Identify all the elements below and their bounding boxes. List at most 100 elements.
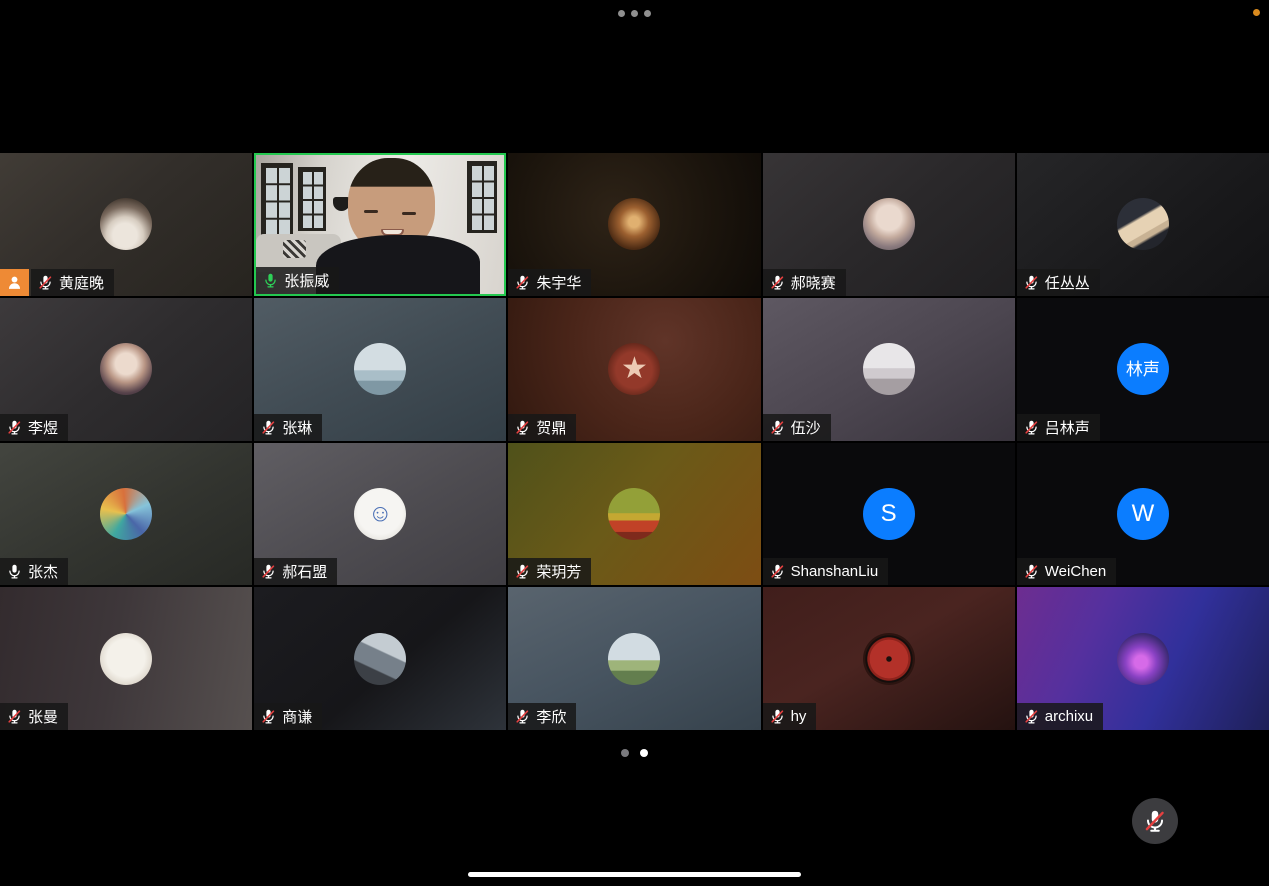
initials-avatar: 林声	[1117, 343, 1169, 395]
mic-muted-icon	[769, 708, 786, 725]
participant-name-tag: 伍沙	[763, 414, 831, 441]
participant-name: 任丛丛	[1045, 272, 1090, 293]
snow-scene-photo-avatar	[863, 343, 915, 395]
mic-muted-icon	[37, 274, 54, 291]
portrait-photo-avatar	[100, 343, 152, 395]
hand-photo-avatar	[1117, 198, 1169, 250]
initials-avatar: W	[1117, 488, 1169, 540]
participant-name: 贺鼎	[536, 417, 566, 438]
participant-name-tag: 朱宇华	[508, 269, 591, 296]
participant-name: 吕林声	[1045, 417, 1090, 438]
landscape-photo-avatar	[608, 633, 660, 685]
mic-muted-icon	[260, 563, 277, 580]
mic-muted-icon	[769, 274, 786, 291]
participant-tile[interactable]: 张杰	[0, 443, 252, 586]
participant-tile[interactable]: 李欣	[508, 587, 760, 730]
participant-name-tag: 郝晓赛	[763, 269, 846, 296]
participant-name-tag: 吕林声	[1017, 414, 1100, 441]
cat-photo-avatar	[100, 198, 152, 250]
colorful-art-avatar	[100, 488, 152, 540]
participant-tile[interactable]: 张曼	[0, 587, 252, 730]
participant-tile[interactable]: 商谦	[254, 587, 506, 730]
participant-name: ShanshanLiu	[791, 563, 879, 580]
page-dot[interactable]	[621, 749, 629, 757]
participant-tile[interactable]: W WeiChen	[1017, 443, 1269, 586]
red-seal-avatar	[863, 633, 915, 685]
participant-tile[interactable]: 伍沙	[763, 298, 1015, 441]
participant-name-tag: 贺鼎	[508, 414, 576, 441]
sketch-avatar	[100, 633, 152, 685]
participant-tile[interactable]: 张琳	[254, 298, 506, 441]
mic-muted-icon	[514, 708, 531, 725]
participant-name: 商谦	[282, 706, 312, 727]
participant-name: 李煜	[28, 417, 58, 438]
participant-tile[interactable]: hy	[763, 587, 1015, 730]
mic-muted-icon	[769, 563, 786, 580]
participant-tile[interactable]: 朱宇华	[508, 153, 760, 296]
participant-tile[interactable]: S ShanshanLiu	[763, 443, 1015, 586]
mic-muted-icon	[6, 419, 23, 436]
participant-name: 荣玥芳	[536, 561, 581, 582]
participant-tile[interactable]: 任丛丛	[1017, 153, 1269, 296]
participant-name: WeiChen	[1045, 563, 1106, 580]
mic-muted-icon	[1023, 419, 1040, 436]
participant-tile[interactable]: 郝晓赛	[763, 153, 1015, 296]
participant-name: 郝石盟	[282, 561, 327, 582]
portrait-photo-avatar	[863, 198, 915, 250]
mic-muted-icon	[514, 563, 531, 580]
participant-name: 张杰	[28, 561, 58, 582]
video-grid: 黄庭晚 张振威 朱宇华 郝晓赛	[0, 153, 1269, 730]
participant-name: 张琳	[282, 417, 312, 438]
participant-name-tag: 商谦	[254, 703, 322, 730]
participant-name: 张振威	[284, 270, 329, 291]
window-menu-dots[interactable]	[0, 10, 1269, 17]
unmute-button[interactable]	[1132, 798, 1178, 844]
participant-name: 伍沙	[791, 417, 821, 438]
page-dot[interactable]	[640, 749, 648, 757]
mic-muted-icon	[6, 708, 23, 725]
participant-name-tag: 李欣	[508, 703, 576, 730]
corridor-photo-avatar	[608, 198, 660, 250]
participant-name: hy	[791, 708, 807, 725]
mic-muted-icon	[1023, 274, 1040, 291]
mic-muted-icon	[1023, 708, 1040, 725]
mic-on-icon	[262, 272, 279, 289]
cliff-photo-avatar	[354, 633, 406, 685]
participant-name-tag: 张曼	[0, 703, 68, 730]
participant-name-tag: 张琳	[254, 414, 322, 441]
red-star-avatar: ★	[608, 343, 660, 395]
participant-name-tag: 张杰	[0, 558, 68, 585]
participant-name-tag: 黄庭晚	[31, 269, 114, 296]
participant-name: 郝晓赛	[791, 272, 836, 293]
initials-avatar: S	[863, 488, 915, 540]
mic-muted-icon	[1142, 808, 1168, 834]
seascape-photo-avatar	[354, 343, 406, 395]
mic-muted-icon	[260, 419, 277, 436]
status-indicator-dot	[1253, 9, 1260, 16]
participant-name: archixu	[1045, 708, 1093, 725]
page-indicator	[0, 749, 1269, 757]
participant-name-tag: 李煜	[0, 414, 68, 441]
participant-tile[interactable]: 黄庭晚	[0, 153, 252, 296]
participant-name-tag: 张振威	[256, 267, 339, 294]
participant-name-tag: hy	[763, 703, 817, 730]
home-indicator[interactable]	[468, 872, 801, 877]
mic-on-icon	[6, 563, 23, 580]
participant-name-tag: 郝石盟	[254, 558, 337, 585]
participant-tile[interactable]: 荣玥芳	[508, 443, 760, 586]
participant-tile[interactable]: ☺ 郝石盟	[254, 443, 506, 586]
participant-tile[interactable]: ★ 贺鼎	[508, 298, 760, 441]
participant-tile[interactable]: 李煜	[0, 298, 252, 441]
participant-tile[interactable]: 张振威	[254, 153, 506, 296]
participant-tile[interactable]: 林声 吕林声	[1017, 298, 1269, 441]
participant-name: 朱宇华	[536, 272, 581, 293]
mic-muted-icon	[1023, 563, 1040, 580]
participant-tile[interactable]: archixu	[1017, 587, 1269, 730]
participant-person-badge-icon	[0, 269, 29, 296]
participant-name-tag: ShanshanLiu	[763, 558, 889, 585]
participant-name-tag: 荣玥芳	[508, 558, 591, 585]
sketch-avatar: ☺	[354, 488, 406, 540]
participant-name: 李欣	[536, 706, 566, 727]
mic-muted-icon	[514, 419, 531, 436]
participant-name-tag: 任丛丛	[1017, 269, 1100, 296]
